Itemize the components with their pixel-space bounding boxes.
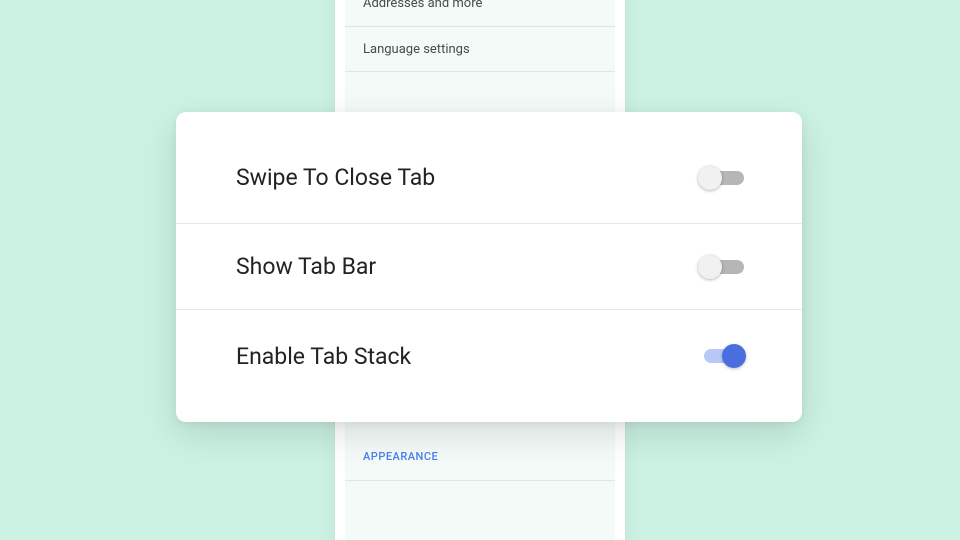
setting-label: Swipe To Close Tab [236, 164, 435, 191]
toggle-thumb [722, 344, 746, 368]
bg-item-language[interactable]: Language settings [345, 26, 615, 72]
toggle-swipe-close[interactable] [698, 164, 746, 192]
background-settings-list: Addresses and more Language settings [345, 0, 615, 72]
toggle-show-tab-bar[interactable] [698, 253, 746, 281]
bg-item-addresses[interactable]: Addresses and more [345, 0, 615, 26]
bg-separator [345, 480, 615, 481]
setting-label: Show Tab Bar [236, 253, 376, 280]
setting-row-enable-tab-stack: Enable Tab Stack [176, 310, 802, 422]
bg-section-label: APPEARANCE [363, 450, 438, 463]
bg-item-label: Addresses and more [363, 0, 482, 11]
setting-label: Enable Tab Stack [236, 343, 411, 370]
toggle-thumb [698, 166, 722, 190]
setting-row-show-tab-bar: Show Tab Bar [176, 224, 802, 310]
settings-card: Swipe To Close Tab Show Tab Bar Enable T… [176, 112, 802, 422]
setting-row-swipe-close: Swipe To Close Tab [176, 112, 802, 224]
bg-item-label: Language settings [363, 42, 470, 57]
toggle-thumb [698, 255, 722, 279]
toggle-enable-tab-stack[interactable] [698, 342, 746, 370]
